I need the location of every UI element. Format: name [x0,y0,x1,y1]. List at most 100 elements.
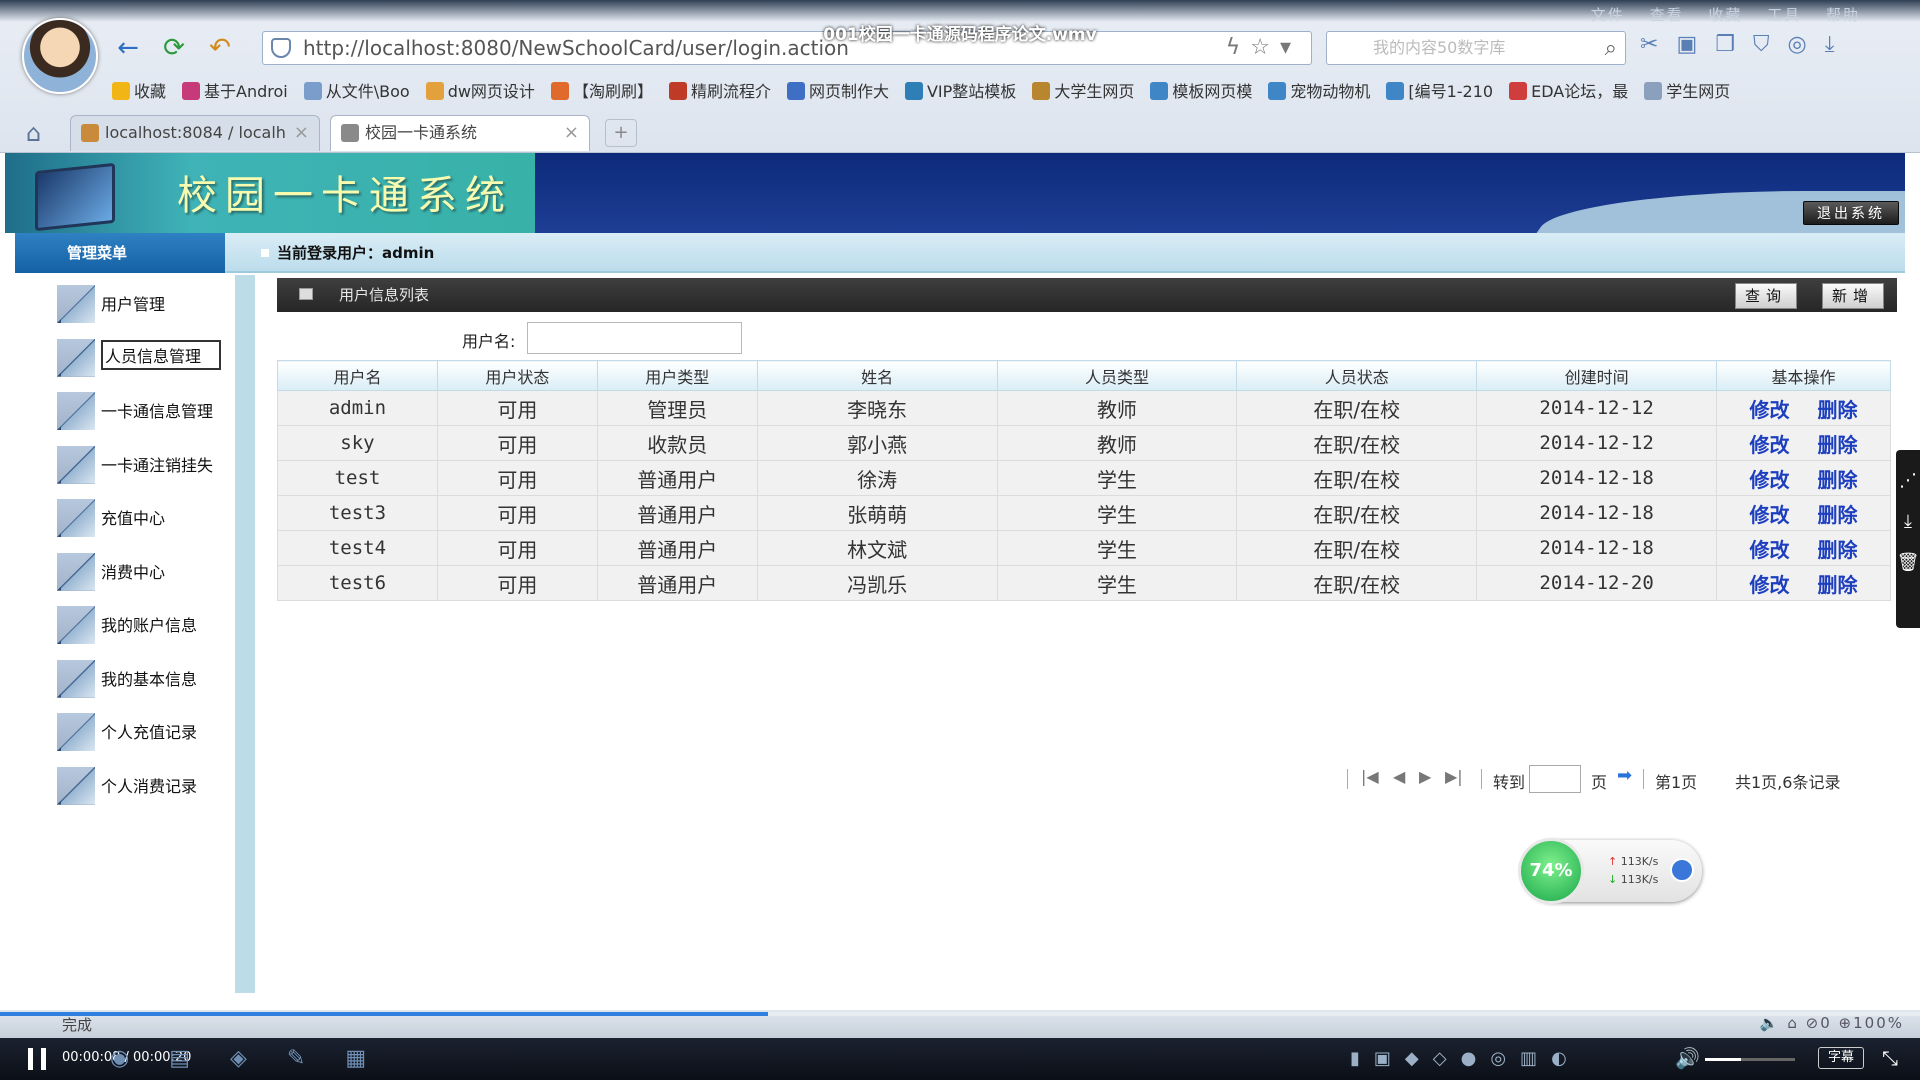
share-icon[interactable]: ⋰ [1896,470,1920,491]
star-icon[interactable]: ☆ [1250,35,1280,60]
fullscreen-icon[interactable]: ⤡ [1882,1046,1898,1070]
column-header[interactable]: 姓名 [756,360,998,391]
logout-button[interactable]: 退出系统 [1803,201,1899,225]
close-icon[interactable]: × [564,116,579,150]
new-tab-button[interactable]: + [605,119,637,147]
folder-icon[interactable]: ▤ [169,1046,230,1071]
bookmark-item[interactable]: 模板网页模 [1150,78,1252,102]
sidebar-item[interactable]: 用户管理 [57,283,237,323]
bookmark-item[interactable]: 网页制作大 [786,78,889,102]
scissors-icon[interactable]: ✂ [1640,32,1676,57]
tab-localhost[interactable]: localhost:8084 / localh × [70,115,320,151]
first-page-icon[interactable]: |◀ [1361,767,1379,786]
edit-link[interactable]: 修改 [1750,503,1790,527]
delete-link[interactable]: 删除 [1818,573,1858,597]
menu-item[interactable]: 收藏 [1708,6,1742,24]
download-icon[interactable]: ⤓ [1825,32,1853,57]
delete-link[interactable]: 删除 [1818,398,1858,422]
app-icon[interactable]: ✎ [287,1046,345,1071]
menu-item[interactable]: 文件 [1591,6,1625,24]
column-header[interactable]: 人员类型 [996,360,1238,391]
lock-icon[interactable]: ⌂ [1787,1014,1799,1032]
speed-boost-icon[interactable] [1670,858,1694,882]
url-text[interactable]: http://localhost:8080/NewSchoolCard/user… [303,32,849,64]
zoom-level[interactable]: 100% [1853,1014,1904,1032]
menu-item[interactable]: 工具 [1767,6,1801,24]
bookmark-item[interactable]: 收藏 [112,78,166,102]
sidebar-item[interactable]: 我的基本信息 [57,658,237,698]
video-progress-track[interactable] [0,1012,1920,1016]
speaker-icon[interactable]: 🔈 [1760,1014,1781,1032]
delete-link[interactable]: 删除 [1818,503,1858,527]
delete-icon[interactable]: 🗑 [1896,552,1920,573]
address-bar[interactable]: http://localhost:8080/NewSchoolCard/user… [262,31,1312,65]
shield-icon[interactable]: ⛉ [1753,32,1788,57]
sidebar-item[interactable]: 个人充值记录 [57,711,237,751]
sidebar-item[interactable]: 我的账户信息 [57,604,237,644]
query-button[interactable]: 查询 [1735,283,1797,309]
sidebar-item[interactable]: 一卡通注销挂失 [57,444,237,484]
bookmark-item[interactable]: VIP整站模板 [904,78,1016,102]
column-header[interactable]: 人员状态 [1236,360,1478,391]
add-button[interactable]: 新增 [1822,283,1884,309]
tray-icon[interactable]: ● [1461,1048,1491,1069]
network-speed-widget[interactable]: 74% ↑ 113K/s ↓ 113K/s [1518,838,1702,904]
edit-link[interactable]: 修改 [1750,468,1790,492]
delete-link[interactable]: 删除 [1818,433,1858,457]
bookmark-item[interactable]: 【淘刷刷】 [550,78,653,102]
next-page-icon[interactable]: ▶ [1419,767,1431,786]
tray-icon[interactable]: ▥ [1520,1048,1551,1069]
start-icon[interactable]: ◉ [110,1046,169,1071]
prev-page-icon[interactable]: ◀ [1393,767,1405,786]
refresh-icon[interactable]: ⟳ [158,32,190,64]
bookmark-item[interactable]: 从文件\Boo [303,78,410,102]
app-icon[interactable]: ▦ [345,1046,406,1071]
tray-icon[interactable]: ◎ [1490,1048,1520,1069]
sidebar-item[interactable]: 消费中心 [57,551,237,591]
menu-item[interactable]: 帮助 [1826,6,1860,24]
column-header[interactable]: 用户名 [277,360,438,391]
username-filter-input[interactable] [527,322,742,354]
globe-icon[interactable]: ◎ [1787,32,1824,57]
tab-campus-card[interactable]: 校园一卡通系统 × [330,115,590,151]
search-box[interactable]: 我的内容50数字库 ⌕ [1326,31,1626,65]
go-arrow-icon[interactable]: ➡ [1617,765,1632,786]
bookmark-item[interactable]: [编号1-210 [1386,78,1493,102]
edit-link[interactable]: 修改 [1750,573,1790,597]
bookmark-item[interactable]: EDA论坛，最 [1509,78,1628,102]
sidebar-item[interactable]: 个人消费记录 [57,765,237,805]
menu-item[interactable]: 查看 [1650,6,1684,24]
page-number-input[interactable] [1529,765,1581,793]
chevron-down-icon[interactable]: ▾ [1280,35,1301,60]
tray-icon[interactable]: ◐ [1551,1048,1581,1069]
close-icon[interactable]: × [294,116,309,150]
column-header[interactable]: 创建时间 [1476,360,1718,391]
bookmark-item[interactable]: 基于Androi [182,78,288,102]
last-page-icon[interactable]: ▶| [1445,767,1463,786]
delete-link[interactable]: 删除 [1818,468,1858,492]
sidebar-item[interactable]: 充值中心 [57,497,237,537]
sidebar-item[interactable]: 人员信息管理 [57,337,237,377]
download-icon[interactable]: ⤓ [1896,511,1920,532]
tray-icon[interactable]: ◆ [1405,1048,1433,1069]
app-icon[interactable]: ◈ [230,1046,287,1071]
volume-slider[interactable] [1705,1058,1795,1061]
column-header[interactable]: 用户状态 [436,360,598,391]
bookmark-item[interactable]: 大学生网页 [1032,78,1134,102]
bookmark-item[interactable]: 学生网页 [1644,78,1730,102]
delete-link[interactable]: 删除 [1818,538,1858,562]
search-icon[interactable]: ⌕ [1605,36,1617,61]
undo-icon[interactable]: ↶ [204,32,236,64]
tray-icon[interactable]: ◇ [1433,1048,1461,1069]
home-icon[interactable]: ⌂ [26,119,41,147]
edit-link[interactable]: 修改 [1750,433,1790,457]
column-header[interactable]: 用户类型 [596,360,758,391]
edit-link[interactable]: 修改 [1750,538,1790,562]
bookmark-icon[interactable]: ❒ [1715,32,1753,57]
subtitle-button[interactable]: 字幕 [1818,1047,1864,1069]
zoom-icon[interactable]: ⊕ [1839,1014,1854,1032]
tray-icon[interactable]: ▣ [1374,1048,1405,1069]
bookmark-item[interactable]: 精刷流程介 [668,78,771,102]
pause-button[interactable] [28,1048,46,1070]
edit-link[interactable]: 修改 [1750,398,1790,422]
